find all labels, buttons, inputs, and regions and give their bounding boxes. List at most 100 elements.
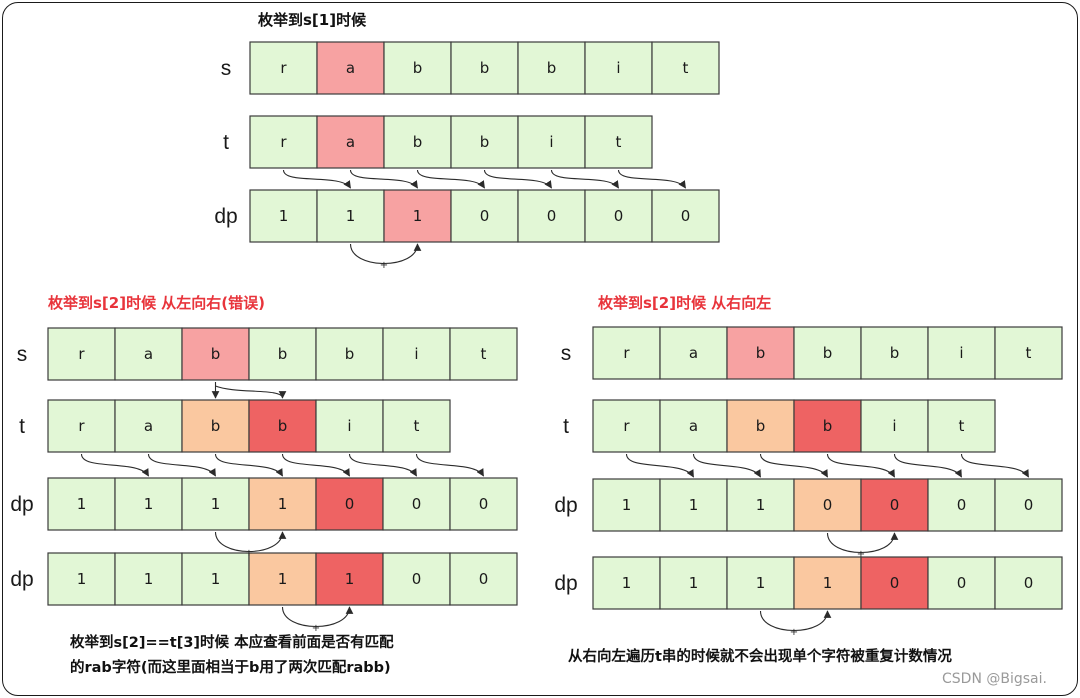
cell: r <box>47 327 116 381</box>
cell-value: 1 <box>278 570 288 588</box>
panel-left-title: 枚举到s[2]时候 从左向右(错误) <box>48 294 265 312</box>
cell-value: a <box>346 133 355 151</box>
cell-value: a <box>689 417 698 435</box>
cell: 0 <box>449 477 518 531</box>
cell-value: a <box>144 345 153 363</box>
cell: i <box>315 399 384 453</box>
cell: r <box>592 326 661 380</box>
cell-value: 1 <box>622 574 632 592</box>
cell-value: 1 <box>756 496 766 514</box>
cell-value: 1 <box>413 207 423 225</box>
cell: 1 <box>248 552 317 606</box>
arrow-connector-icon <box>759 453 828 478</box>
cell: a <box>316 115 385 169</box>
cell: t <box>651 41 720 95</box>
cell-value: 1 <box>278 495 288 513</box>
arrow-connector-icon <box>617 169 686 189</box>
dp-diagram: 枚举到s[1]时候 s r a b b b i t t r a b b i t dp 1 1 1 0 0 0 0 枚举到s[… <box>10 11 1063 687</box>
cell: t <box>927 399 996 453</box>
cell-value: i <box>549 133 553 151</box>
cell: 0 <box>860 556 929 610</box>
cell: r <box>249 115 318 169</box>
cell: t <box>994 326 1063 380</box>
cell-value: r <box>78 345 85 363</box>
cell-value: r <box>78 417 85 435</box>
cell-value: 0 <box>480 207 490 225</box>
cell-value: 0 <box>614 207 624 225</box>
arrow-connector-icon <box>826 453 895 478</box>
panel-top: 枚举到s[1]时候 s r a b b b i t t r a b b i t dp 1 1 1 0 0 0 0 <box>214 11 720 243</box>
cell: b <box>793 399 862 453</box>
cell-value: 0 <box>681 207 691 225</box>
cell-value: b <box>756 417 766 435</box>
cell: 0 <box>449 552 518 606</box>
cell: i <box>927 326 996 380</box>
cell: r <box>47 399 116 453</box>
cell-value: t <box>616 133 622 151</box>
cell-value: 1 <box>211 570 221 588</box>
arrow-connector-icon <box>483 169 552 189</box>
panel-left-note-line1: 枚举到s[2]==t[3]时候 本应查看前面是否有匹配 <box>70 633 394 651</box>
panel-right-note: 从右向左遍历t串的时候就不会出现单个字符被重复计数情况 <box>568 647 952 665</box>
panel-right-title: 枚举到s[2]时候 从右向左 <box>598 294 771 312</box>
cell-value: b <box>823 344 833 362</box>
cell-value: 1 <box>756 574 766 592</box>
cell-value: 1 <box>689 574 699 592</box>
cell-value: i <box>616 59 620 77</box>
plus-icon: + <box>380 260 388 271</box>
cell: b <box>248 399 317 453</box>
cell: b <box>181 399 250 453</box>
cell: b <box>450 41 519 95</box>
cell-value: a <box>144 417 153 435</box>
cell-value: 0 <box>957 574 967 592</box>
cell-value: 1 <box>144 495 154 513</box>
row-label-s: s <box>561 342 572 365</box>
cell: 1 <box>726 478 795 532</box>
arrow-connector-icon <box>692 453 761 478</box>
arrow-connector-icon <box>80 453 149 477</box>
plus-icon: + <box>245 548 253 559</box>
cell-value: t <box>414 417 420 435</box>
row-dp: dp 1 1 1 1 1 0 0 <box>10 552 518 606</box>
cell: 1 <box>315 552 384 606</box>
cell-value: 0 <box>957 496 967 514</box>
cell: r <box>592 399 661 453</box>
cell: b <box>517 41 586 95</box>
row-label-s: s <box>17 343 28 366</box>
cell-value: 1 <box>345 570 355 588</box>
cell: i <box>584 41 653 95</box>
row-label-dp: dp <box>10 493 33 516</box>
arrow-connector-icon <box>893 453 962 478</box>
cell-value: b <box>278 345 288 363</box>
row-label-s: s <box>221 57 232 80</box>
arrow-connector-icon <box>550 169 619 189</box>
cell-value: b <box>413 59 423 77</box>
cell: b <box>181 327 250 381</box>
cell-value: t <box>481 345 487 363</box>
panel-top-grid: s r a b b b i t t r a b b i t dp 1 1 1 0 0 0 0 <box>214 41 720 243</box>
cell: 1 <box>316 189 385 243</box>
cell: a <box>659 326 728 380</box>
arrow-connector-icon <box>214 453 283 477</box>
panel-top-title: 枚举到s[1]时候 <box>258 11 367 29</box>
cell: 1 <box>793 556 862 610</box>
cell-value: 1 <box>279 207 289 225</box>
cell: 1 <box>659 556 728 610</box>
cell: 1 <box>114 477 183 531</box>
cell: r <box>249 41 318 95</box>
cell-value: r <box>280 59 287 77</box>
cell-value: b <box>823 417 833 435</box>
cell: a <box>114 399 183 453</box>
cell: 1 <box>383 189 452 243</box>
cell-value: b <box>756 344 766 362</box>
panel-left-note-line2: 的rab字符(而这里面相当于b用了两次匹配rabb) <box>70 658 391 676</box>
arrow-connector-icon <box>215 385 287 399</box>
row-label-dp: dp <box>554 572 577 595</box>
arrow-connector-icon <box>147 453 216 477</box>
cell: 0 <box>382 552 451 606</box>
cell: 0 <box>517 189 586 243</box>
row-t: trabbit <box>223 115 653 169</box>
cell: 1 <box>249 189 318 243</box>
arrow-connector-icon <box>349 169 418 189</box>
arrow-connector-icon <box>415 453 484 477</box>
